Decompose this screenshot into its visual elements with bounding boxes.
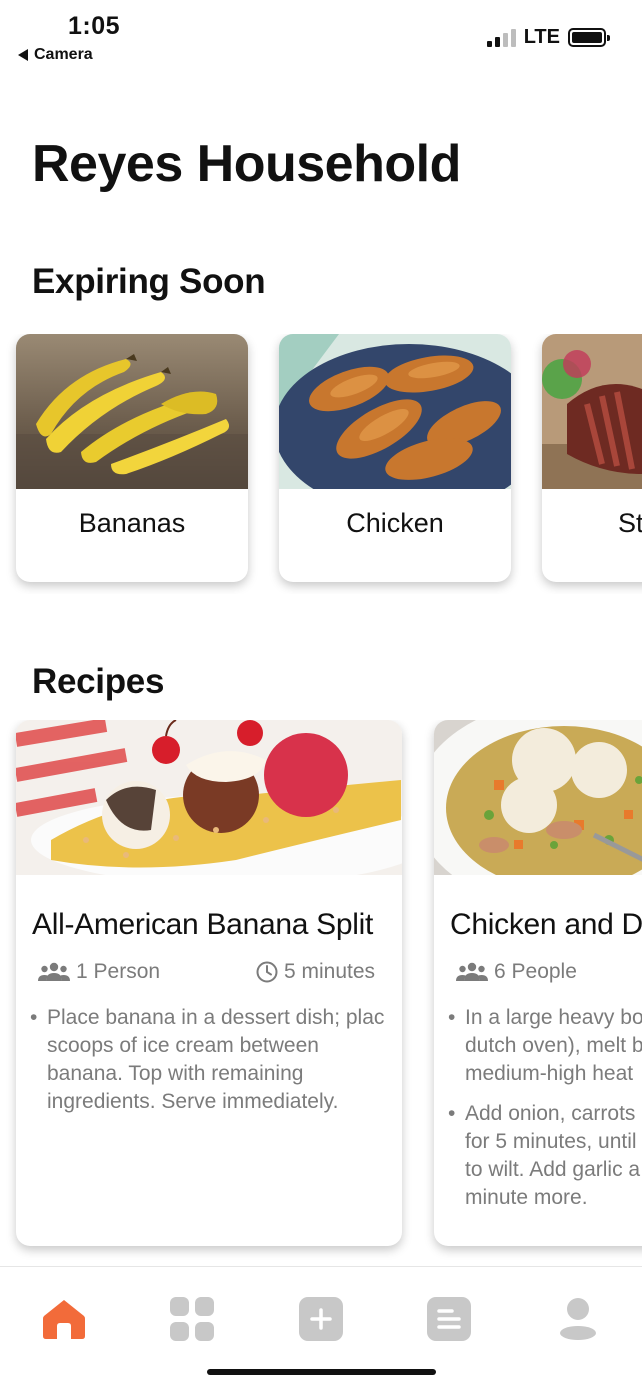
recipe-step: In a large heavy bo dutch oven), melt b … xyxy=(448,1004,642,1088)
home-indicator[interactable] xyxy=(207,1369,436,1375)
recipe-servings: 6 People xyxy=(456,960,577,984)
tab-categories[interactable] xyxy=(168,1295,216,1343)
servings-text: 1 Person xyxy=(76,960,161,983)
expiring-carousel[interactable]: Bananas Chicken St xyxy=(0,334,642,594)
tab-add[interactable] xyxy=(297,1295,345,1343)
time-text: 5 minutes xyxy=(284,960,376,983)
chicken-photo xyxy=(279,334,511,489)
back-label: Camera xyxy=(34,46,93,63)
recipe-card[interactable]: All-American Banana Split 1 Person 5 min… xyxy=(16,720,402,1246)
recipes-carousel[interactable]: All-American Banana Split 1 Person 5 min… xyxy=(0,720,642,1260)
signal-icon xyxy=(486,28,516,47)
back-arrow-icon xyxy=(18,49,28,61)
recipe-step: Place banana in a dessert dish; plac sco… xyxy=(30,1004,402,1116)
recipe-title: All-American Banana Split xyxy=(32,908,374,941)
expiring-item-card[interactable]: Chicken xyxy=(279,334,511,582)
clock-icon xyxy=(256,961,278,983)
tab-home[interactable] xyxy=(40,1295,88,1343)
recipe-servings: 1 Person xyxy=(38,960,160,984)
expiring-item-name: St xyxy=(618,508,642,538)
screen: 1:05 Camera LTE Reyes Household Expiring… xyxy=(0,0,642,1389)
steak-photo xyxy=(542,334,642,489)
recipe-card[interactable]: Chicken and D 6 People In a large heavy … xyxy=(434,720,642,1246)
banana-split-photo xyxy=(16,720,402,875)
recipe-step: Add onion, carrots for 5 minutes, until … xyxy=(448,1100,642,1212)
recipe-title: Chicken and D xyxy=(450,908,642,941)
recipe-steps: In a large heavy bo dutch oven), melt b … xyxy=(448,1004,642,1246)
expiring-item-name: Bananas xyxy=(78,508,186,538)
servings-text: 6 People xyxy=(494,960,577,983)
people-icon xyxy=(456,962,488,981)
tab-list[interactable] xyxy=(425,1295,473,1343)
back-to-camera-link[interactable]: Camera xyxy=(18,46,93,64)
expiring-item-name: Chicken xyxy=(346,508,444,538)
plus-icon xyxy=(299,1297,343,1341)
home-icon xyxy=(43,1300,85,1339)
tab-profile[interactable] xyxy=(554,1295,602,1343)
battery-icon xyxy=(568,28,610,47)
people-icon xyxy=(38,962,70,981)
expiring-item-card[interactable]: St xyxy=(542,334,642,582)
status-indicators: LTE xyxy=(486,26,610,49)
status-time: 1:05 xyxy=(68,12,121,40)
network-label: LTE xyxy=(523,26,560,48)
expiring-item-card[interactable]: Bananas xyxy=(16,334,248,582)
person-icon xyxy=(560,1298,596,1340)
expiring-soon-heading: Expiring Soon xyxy=(32,262,266,301)
bananas-photo xyxy=(16,334,248,489)
list-icon xyxy=(427,1297,471,1341)
chicken-dumplings-photo xyxy=(434,720,642,875)
recipes-heading: Recipes xyxy=(32,662,165,701)
grid-icon xyxy=(170,1297,214,1341)
page-title: Reyes Household xyxy=(32,135,461,193)
recipe-steps: Place banana in a dessert dish; plac sco… xyxy=(30,1004,402,1128)
recipe-time: 5 minutes xyxy=(256,960,375,984)
